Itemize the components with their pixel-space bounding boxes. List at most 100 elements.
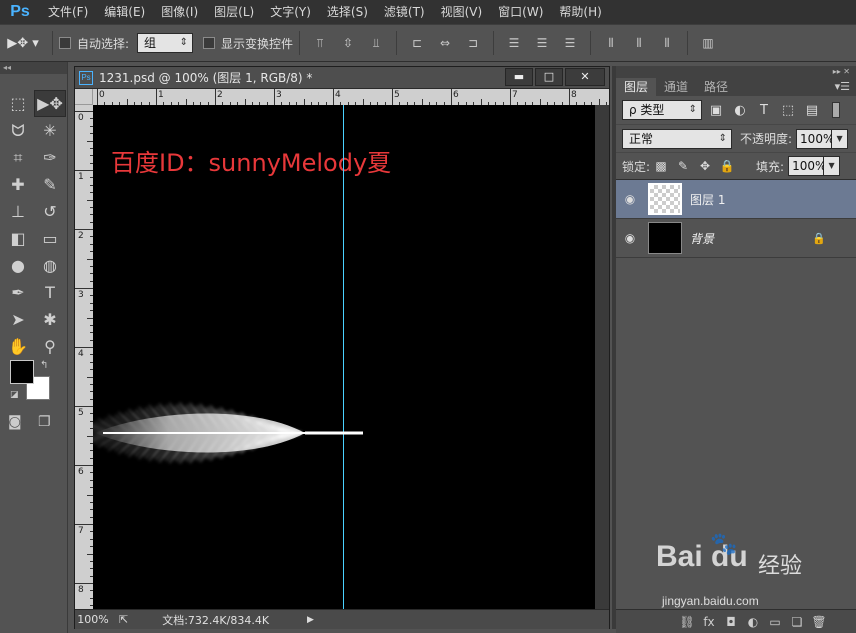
- add-mask-icon[interactable]: ◘: [720, 615, 742, 629]
- delete-layer-icon[interactable]: 🗑: [808, 615, 830, 629]
- swap-colors-icon[interactable]: ↰: [40, 360, 48, 371]
- layers-footer: ⛓ fx ◘ ◐ ▭ ❏ 🗑: [616, 609, 856, 633]
- align-vcenter-icon[interactable]: ⇳: [337, 32, 359, 54]
- new-adjustment-icon[interactable]: ◐: [742, 615, 764, 629]
- tab-paths[interactable]: 路径: [696, 78, 736, 96]
- panel-collapse-icon[interactable]: ▸▸ ✕: [616, 66, 856, 78]
- close-button[interactable]: ✕: [565, 68, 605, 86]
- filter-toggle-switch[interactable]: [832, 102, 840, 118]
- show-transform-checkbox[interactable]: [203, 37, 216, 49]
- layer-filter-dropdown[interactable]: ρ 类型: [622, 100, 702, 120]
- menu-view[interactable]: 视图(V): [433, 0, 491, 24]
- link-layers-icon[interactable]: ⛓: [676, 615, 698, 629]
- magic-wand-tool-icon[interactable]: ✳: [34, 117, 66, 144]
- ruler-origin[interactable]: [75, 89, 93, 105]
- foreground-color-swatch[interactable]: [10, 360, 34, 384]
- distribute-vcenter-icon[interactable]: ☰: [531, 32, 553, 54]
- menu-type[interactable]: 文字(Y): [262, 0, 319, 24]
- menu-select[interactable]: 选择(S): [319, 0, 376, 24]
- align-bottom-icon[interactable]: ⫫: [365, 32, 387, 54]
- color-swatches: ↰ ◪: [10, 360, 54, 404]
- blend-mode-dropdown[interactable]: 正常: [622, 128, 732, 149]
- lock-position-icon[interactable]: ✥: [694, 159, 716, 173]
- dodge-tool-icon[interactable]: ◍: [34, 252, 66, 279]
- pen-tool-icon[interactable]: ✒: [2, 279, 34, 306]
- lasso-tool-icon[interactable]: ᗢ: [2, 117, 34, 144]
- distribute-hcenter-icon[interactable]: ⫴: [628, 32, 650, 54]
- move-tool-preset-icon[interactable]: ▶✥ ▾: [0, 24, 46, 62]
- menu-edit[interactable]: 编辑(E): [96, 0, 153, 24]
- filter-smart-object-icon[interactable]: ▤: [802, 103, 822, 118]
- maximize-button[interactable]: □: [535, 68, 563, 86]
- zoom-level[interactable]: 100%: [75, 613, 111, 626]
- align-right-icon[interactable]: ⊐: [462, 32, 484, 54]
- quick-mask-icon[interactable]: ◙: [8, 414, 22, 430]
- document-tab[interactable]: Ps 1231.psd @ 100% (图层 1, RGB/8) * ▬ □ ✕: [75, 67, 609, 89]
- opacity-input[interactable]: 100%: [796, 128, 834, 149]
- history-brush-tool-icon[interactable]: ↺: [34, 198, 66, 225]
- visibility-eye-icon[interactable]: ◉: [616, 231, 644, 245]
- layer-style-icon[interactable]: fx: [698, 615, 720, 629]
- menu-help[interactable]: 帮助(H): [551, 0, 609, 24]
- brush-tool-icon[interactable]: ✎: [34, 171, 66, 198]
- export-icon[interactable]: ⇱: [119, 613, 128, 626]
- menu-image[interactable]: 图像(I): [153, 0, 206, 24]
- fill-input[interactable]: 100%: [788, 156, 826, 176]
- filter-type-icon[interactable]: T: [754, 103, 774, 118]
- lock-transparent-icon[interactable]: ▩: [650, 159, 672, 173]
- status-menu-icon[interactable]: ▶: [307, 615, 314, 625]
- vertical-scrollbar[interactable]: [595, 105, 609, 609]
- opacity-slider-toggle[interactable]: ▼: [832, 128, 849, 149]
- auto-select-dropdown[interactable]: 组: [137, 33, 194, 53]
- tab-channels[interactable]: 通道: [656, 78, 696, 96]
- healing-brush-tool-icon[interactable]: ✚: [2, 171, 34, 198]
- distribute-right-icon[interactable]: ⫴: [656, 32, 678, 54]
- menu-file[interactable]: 文件(F): [40, 0, 96, 24]
- default-colors-icon[interactable]: ◪: [10, 390, 19, 400]
- align-hcenter-icon[interactable]: ⇔: [434, 32, 456, 54]
- filter-pixel-icon[interactable]: ▣: [706, 103, 726, 118]
- eyedropper-tool-icon[interactable]: ✑: [34, 144, 66, 171]
- distribute-bottom-icon[interactable]: ☰: [559, 32, 581, 54]
- visibility-eye-icon[interactable]: ◉: [616, 192, 644, 206]
- filter-shape-icon[interactable]: ⬚: [778, 103, 798, 118]
- eraser-tool-icon[interactable]: ◧: [2, 225, 34, 252]
- lock-all-icon[interactable]: 🔒: [716, 159, 738, 173]
- tab-layers[interactable]: 图层: [616, 78, 657, 96]
- gradient-tool-icon[interactable]: ▭: [34, 225, 66, 252]
- new-group-icon[interactable]: ▭: [764, 615, 786, 629]
- filter-adjustment-icon[interactable]: ◐: [730, 103, 750, 118]
- type-tool-icon[interactable]: T: [34, 279, 66, 306]
- layer-row-layer1[interactable]: ◉ 图层 1: [616, 180, 856, 219]
- panel-menu-icon[interactable]: ▾☰: [835, 80, 850, 93]
- distribute-top-icon[interactable]: ☰: [503, 32, 525, 54]
- custom-shape-tool-icon[interactable]: ✱: [34, 306, 66, 333]
- align-top-icon[interactable]: ⫪: [309, 32, 331, 54]
- layer-row-background[interactable]: ◉ 背景 🔒: [616, 219, 856, 258]
- toolbox-collapse-icon[interactable]: ◂◂: [0, 62, 67, 74]
- screen-mode-icon[interactable]: ❐: [38, 414, 51, 430]
- blur-tool-icon[interactable]: ●: [2, 252, 34, 279]
- auto-align-icon[interactable]: ▥: [697, 32, 719, 54]
- menu-filter[interactable]: 滤镜(T): [376, 0, 433, 24]
- zoom-tool-icon[interactable]: ⚲: [34, 333, 66, 360]
- auto-select-checkbox[interactable]: [59, 37, 71, 49]
- canvas[interactable]: 百度ID：sunnyMelody夏: [93, 105, 595, 609]
- path-selection-tool-icon[interactable]: ➤: [2, 306, 34, 333]
- vertical-ruler[interactable]: 0 1 2 3 4 5 6 7 8: [75, 105, 93, 609]
- hand-tool-icon[interactable]: ✋: [2, 333, 34, 360]
- horizontal-ruler[interactable]: 0 1 2 3 4 5 6 7 8: [93, 89, 609, 105]
- align-left-icon[interactable]: ⊏: [406, 32, 428, 54]
- crop-tool-icon[interactable]: ⌗: [2, 144, 34, 171]
- marquee-tool-icon[interactable]: ⬚: [2, 90, 34, 117]
- menu-layer[interactable]: 图层(L): [206, 0, 262, 24]
- clone-stamp-tool-icon[interactable]: ⊥: [2, 198, 34, 225]
- divider: [590, 31, 592, 55]
- lock-pixels-icon[interactable]: ✎: [672, 159, 694, 173]
- move-tool-icon[interactable]: ▶✥: [34, 90, 66, 117]
- fill-slider-toggle[interactable]: ▼: [824, 156, 841, 176]
- menu-window[interactable]: 窗口(W): [490, 0, 551, 24]
- minimize-button[interactable]: ▬: [505, 68, 533, 86]
- new-layer-icon[interactable]: ❏: [786, 615, 808, 629]
- distribute-left-icon[interactable]: ⫴: [600, 32, 622, 54]
